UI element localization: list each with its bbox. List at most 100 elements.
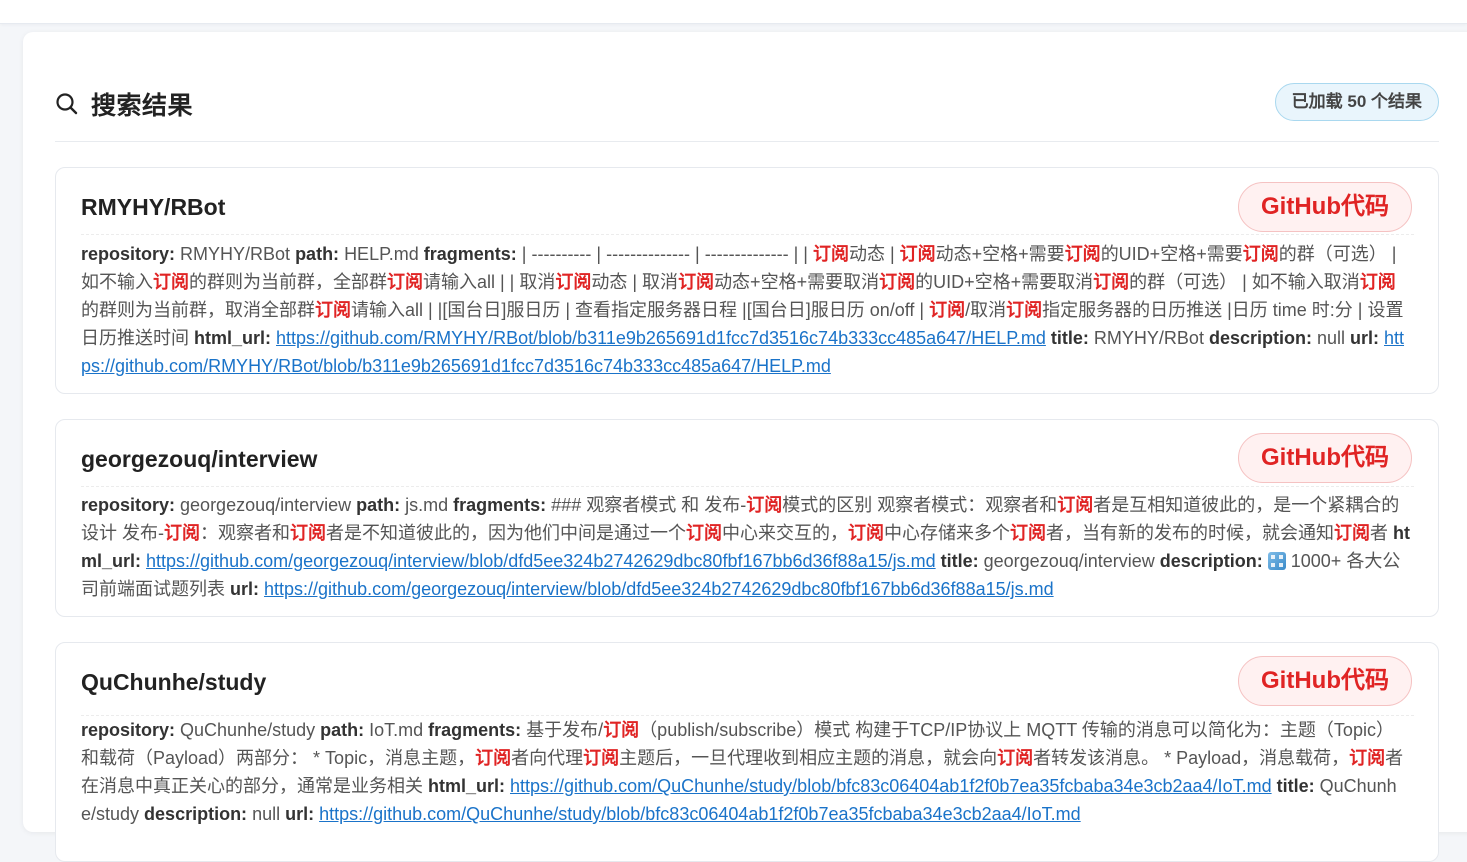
snippet-text: /取消: [965, 300, 1007, 320]
source-badge: GitHub代码: [1238, 182, 1412, 232]
keyword-highlight: 订阅: [997, 748, 1034, 768]
keyword-highlight: 订阅: [929, 300, 966, 320]
result-snippet: repository: RMYHY/RBot path: HELP.md fra…: [81, 240, 1411, 380]
keyword-highlight: 订阅: [1010, 523, 1046, 543]
keyword-highlight: 订阅: [812, 244, 849, 264]
snippet-text: 中心存储来多个: [884, 523, 1010, 543]
field-label: url:: [230, 579, 265, 599]
source-badge: GitHub代码: [1238, 656, 1412, 706]
keyword-highlight: 订阅: [879, 272, 916, 292]
snippet-text: ### 观察者模式 和 发布-: [551, 495, 747, 515]
field-label: description:: [144, 804, 253, 824]
result-link[interactable]: https://github.com/georgezouq/interview/…: [264, 579, 1054, 599]
keyword-highlight: 订阅: [603, 720, 640, 740]
snippet-text: 的群则为当前群，全部群: [189, 272, 387, 292]
snippet-text: 请输入all | | 取消: [423, 272, 556, 292]
keyword-highlight: 订阅: [1093, 272, 1130, 292]
snippet-text: RMYHY/RBot: [1093, 328, 1209, 348]
field-label: path:: [320, 720, 370, 740]
result-title[interactable]: RMYHY/RBot: [81, 194, 225, 221]
keyword-highlight: 订阅: [1057, 495, 1094, 515]
snippet-text: 请输入all | |[国台日]服日历 | 查看指定服务器日程 |[国台日]服日历…: [351, 300, 930, 320]
results-header: 搜索结果 已加载 50 个结果: [55, 80, 1439, 142]
snippet-text: | ---------- | -------------- | --------…: [521, 244, 813, 264]
snippet-text: 动态 | 取消: [591, 272, 679, 292]
result-snippet: repository: georgezouq/interview path: j…: [81, 491, 1411, 603]
field-label: title:: [940, 551, 984, 571]
field-label: html_url:: [194, 328, 277, 348]
result-card[interactable]: georgezouq/interview GitHub代码 repository…: [55, 419, 1439, 617]
result-link[interactable]: https://github.com/QuChunhe/study/blob/b…: [510, 776, 1272, 796]
snippet-text: 者，当有新的发布的时候，就会通知: [1046, 523, 1334, 543]
snippet-text: 中心来交互的，: [722, 523, 848, 543]
result-link[interactable]: https://github.com/RMYHY/RBot/blob/b311e…: [276, 328, 1046, 348]
snippet-text: 者是不知道彼此的，因为他们中间是通过一个: [326, 523, 686, 543]
keyword-highlight: 订阅: [164, 523, 200, 543]
source-badge: GitHub代码: [1238, 433, 1412, 483]
result-card[interactable]: RMYHY/RBot GitHub代码 repository: RMYHY/RB…: [55, 167, 1439, 394]
result-snippet: repository: QuChunhe/study path: IoT.md …: [81, 716, 1411, 828]
keyword-highlight: 订阅: [387, 272, 423, 292]
keyword-highlight: 订阅: [848, 523, 884, 543]
field-label: repository:: [81, 720, 181, 740]
keyword-highlight: 订阅: [153, 272, 189, 292]
result-count-badge: 已加载 50 个结果: [1274, 83, 1439, 121]
keyword-highlight: 订阅: [1064, 244, 1101, 264]
snippet-text: HELP.md: [344, 244, 424, 264]
keyword-highlight: 订阅: [555, 272, 592, 292]
field-label: url:: [1350, 328, 1384, 348]
keyword-highlight: 订阅: [583, 748, 620, 768]
snippet-text: 的群（可选） | 如不输入取消: [1129, 272, 1360, 292]
snippet-text: georgezouq/interview: [983, 551, 1160, 571]
result-title[interactable]: QuChunhe/study: [81, 669, 266, 696]
keyword-highlight: 订阅: [746, 495, 783, 515]
field-label: title:: [1276, 776, 1320, 796]
field-label: fragments:: [423, 244, 522, 264]
snippet-text: ：观察者和: [200, 523, 290, 543]
field-label: html_url:: [428, 776, 511, 796]
snippet-text: IoT.md: [369, 720, 429, 740]
result-card[interactable]: QuChunhe/study GitHub代码 repository: QuCh…: [55, 642, 1439, 862]
field-label: repository:: [81, 495, 181, 515]
result-link[interactable]: https://github.com/georgezouq/interview/…: [146, 551, 936, 571]
field-label: path:: [295, 244, 345, 264]
keyword-highlight: 订阅: [475, 748, 512, 768]
field-label: repository:: [81, 244, 181, 264]
snippet-text: 模式的区别 观察者模式：观察者和: [782, 495, 1058, 515]
snippet-text: null: [252, 804, 286, 824]
card-divider: [81, 486, 1414, 487]
snippet-text: 者: [1370, 523, 1394, 543]
snippet-text: js.md: [405, 495, 454, 515]
snippet-text: 主题后，一旦代理收到相应主题的消息，就会向: [619, 748, 998, 768]
snippet-text: RMYHY/RBot: [180, 244, 296, 264]
field-label: fragments:: [453, 495, 552, 515]
field-label: path:: [356, 495, 406, 515]
keyword-highlight: 订阅: [1359, 272, 1396, 292]
result-title[interactable]: georgezouq/interview: [81, 446, 317, 473]
keyword-highlight: 订阅: [1334, 523, 1370, 543]
keyword-highlight: 订阅: [678, 272, 715, 292]
snippet-text: 的UID+空格+需要取消: [915, 272, 1094, 292]
snippet-text: QuChunhe/study: [180, 720, 321, 740]
snippet-text: null: [1316, 328, 1350, 348]
results-title-text: 搜索结果: [91, 92, 194, 120]
keyword-highlight: 订阅: [1006, 300, 1043, 320]
snippet-text: 的群则为当前群，取消全部群: [81, 300, 315, 320]
snippet-text: 者转发该消息。 * Payload，消息载荷，: [1033, 748, 1350, 768]
snippet-text: 的UID+空格+需要: [1100, 244, 1243, 264]
field-label: url:: [285, 804, 320, 824]
snippet-text: 动态 |: [848, 244, 900, 264]
snippet-text: georgezouq/interview: [180, 495, 357, 515]
snippet-text: 动态+空格+需要: [935, 244, 1065, 264]
snippet-text: 动态+空格+需要取消: [714, 272, 880, 292]
card-divider: [81, 234, 1414, 235]
search-icon: [55, 92, 79, 116]
building-emoji-icon: [1267, 552, 1286, 570]
snippet-text: 者向代理: [511, 748, 584, 768]
field-label: title:: [1050, 328, 1094, 348]
top-bar: [0, 0, 1467, 24]
result-link[interactable]: https://github.com/QuChunhe/study/blob/b…: [319, 804, 1081, 824]
keyword-highlight: 订阅: [315, 300, 351, 320]
results-title: 搜索结果: [55, 86, 193, 122]
keyword-highlight: 订阅: [686, 523, 722, 543]
